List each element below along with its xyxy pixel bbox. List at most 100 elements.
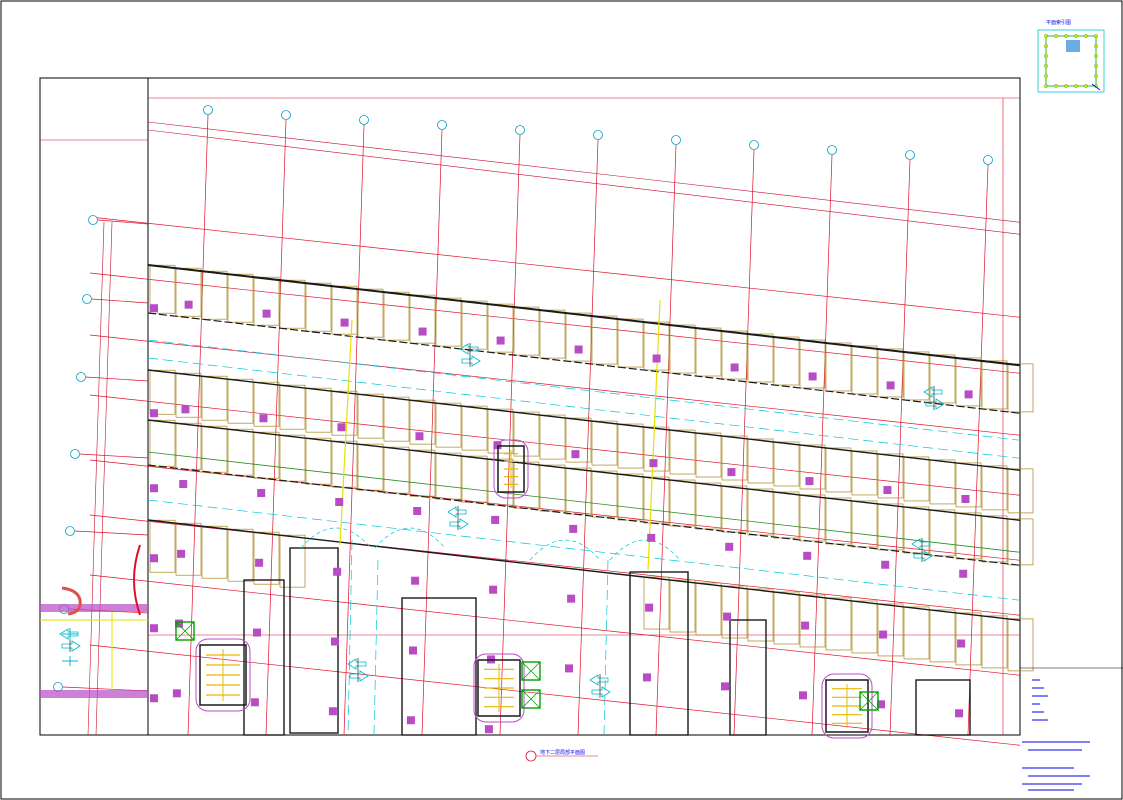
- grid-axis-bubble-icon: [437, 120, 447, 130]
- structural-column: [567, 594, 576, 603]
- grid-axis-bubble-icon: [515, 125, 525, 135]
- structural-column: [335, 497, 344, 506]
- grid-axis-bubble-icon: [203, 105, 213, 115]
- structural-column: [645, 603, 654, 612]
- structural-column: [643, 673, 651, 682]
- structural-column: [259, 414, 268, 423]
- structural-column: [961, 495, 970, 504]
- structural-column: [801, 621, 810, 630]
- structural-column: [565, 664, 573, 673]
- structural-column: [181, 405, 190, 414]
- structural-column: [150, 624, 158, 633]
- key-plan-dot: [1064, 84, 1068, 88]
- key-plan-dot: [1074, 84, 1078, 88]
- structural-column: [418, 327, 427, 336]
- structural-column: [150, 304, 158, 313]
- grid-axis-bubble-icon: [65, 526, 75, 536]
- key-plan-dot: [1044, 44, 1048, 48]
- structural-column: [406, 716, 415, 725]
- grid-axis-bubble-icon: [76, 372, 86, 382]
- structural-column: [721, 682, 729, 691]
- structural-column: [253, 628, 261, 637]
- structural-column: [883, 486, 892, 495]
- key-plan-dot: [1044, 64, 1048, 68]
- grid-axis-bubble-icon: [70, 449, 80, 459]
- structural-column: [652, 354, 661, 363]
- structural-column: [150, 484, 158, 493]
- key-plan-dot: [1064, 34, 1068, 38]
- key-plan-dot: [1044, 34, 1048, 38]
- key-plan-dot: [1054, 84, 1058, 88]
- key-plan-dot: [1044, 84, 1048, 88]
- structural-column: [730, 363, 739, 372]
- structural-column: [647, 533, 656, 542]
- structural-column: [489, 585, 498, 594]
- structural-column: [881, 560, 890, 569]
- structural-column: [491, 515, 500, 524]
- structural-column: [177, 549, 186, 558]
- key-plan-label: 平面索引图: [1046, 19, 1071, 26]
- structural-column: [331, 637, 339, 646]
- structural-column: [179, 480, 188, 489]
- structural-column: [571, 450, 580, 459]
- structural-column: [964, 390, 973, 399]
- grid-axis-bubble-icon: [749, 140, 759, 150]
- structural-column: [250, 698, 259, 707]
- structural-column: [411, 576, 420, 585]
- key-plan-dot: [1044, 74, 1048, 78]
- grid-axis-bubble-icon: [671, 135, 681, 145]
- structural-column: [150, 554, 158, 563]
- structural-column: [727, 468, 736, 477]
- key-plan-dot: [1084, 84, 1088, 88]
- grid-axis-bubble-icon: [593, 130, 603, 140]
- structural-column: [955, 709, 963, 718]
- structural-column: [413, 506, 422, 515]
- structural-column: [496, 336, 505, 345]
- grid-axis-bubble-icon: [82, 294, 92, 304]
- structural-column: [257, 489, 266, 498]
- grid-axis-bubble-icon: [905, 150, 915, 160]
- cad-drawing-canvas: 平面索引图 地下二层局部平面图: [0, 0, 1123, 800]
- structural-column: [172, 689, 181, 698]
- key-plan-dot: [1094, 34, 1098, 38]
- key-plan-dot: [1044, 54, 1048, 58]
- structural-column: [805, 477, 814, 486]
- key-plan-dot: [1094, 54, 1098, 58]
- structural-column: [723, 612, 732, 621]
- structural-column: [337, 423, 346, 432]
- key-plan-dot: [1094, 74, 1098, 78]
- structural-column: [328, 707, 337, 716]
- structural-column: [725, 542, 734, 551]
- grid-axis-bubble-icon: [983, 155, 993, 165]
- structural-column: [150, 409, 158, 418]
- structural-column: [886, 381, 895, 390]
- grid-axis-bubble-icon: [88, 215, 98, 225]
- key-plan-dot: [1084, 34, 1088, 38]
- structural-column: [808, 372, 817, 381]
- structural-column: [959, 569, 968, 578]
- structural-column: [649, 459, 658, 468]
- structural-column: [574, 345, 583, 354]
- key-plan-dot: [1094, 64, 1098, 68]
- key-plan-dot: [1094, 44, 1098, 48]
- structural-column: [484, 725, 493, 734]
- structural-column: [957, 639, 966, 648]
- structural-column: [879, 630, 888, 639]
- structural-column: [150, 694, 158, 703]
- structural-column: [415, 432, 424, 441]
- grid-axis-bubble-icon: [281, 110, 291, 120]
- grid-axis-bubble-icon: [827, 145, 837, 155]
- structural-column: [184, 300, 193, 309]
- sheet-title: 地下二层局部平面图: [540, 749, 585, 756]
- grid-axis-bubble-icon: [359, 115, 369, 125]
- structural-column: [340, 318, 349, 327]
- structural-column: [799, 691, 807, 700]
- structural-column: [569, 524, 578, 533]
- structural-column: [262, 309, 271, 318]
- structural-column: [409, 646, 417, 655]
- key-plan-dot: [1054, 34, 1058, 38]
- structural-column: [333, 567, 342, 576]
- key-plan-dot: [1074, 34, 1078, 38]
- structural-column: [255, 558, 264, 567]
- structural-column: [803, 551, 812, 560]
